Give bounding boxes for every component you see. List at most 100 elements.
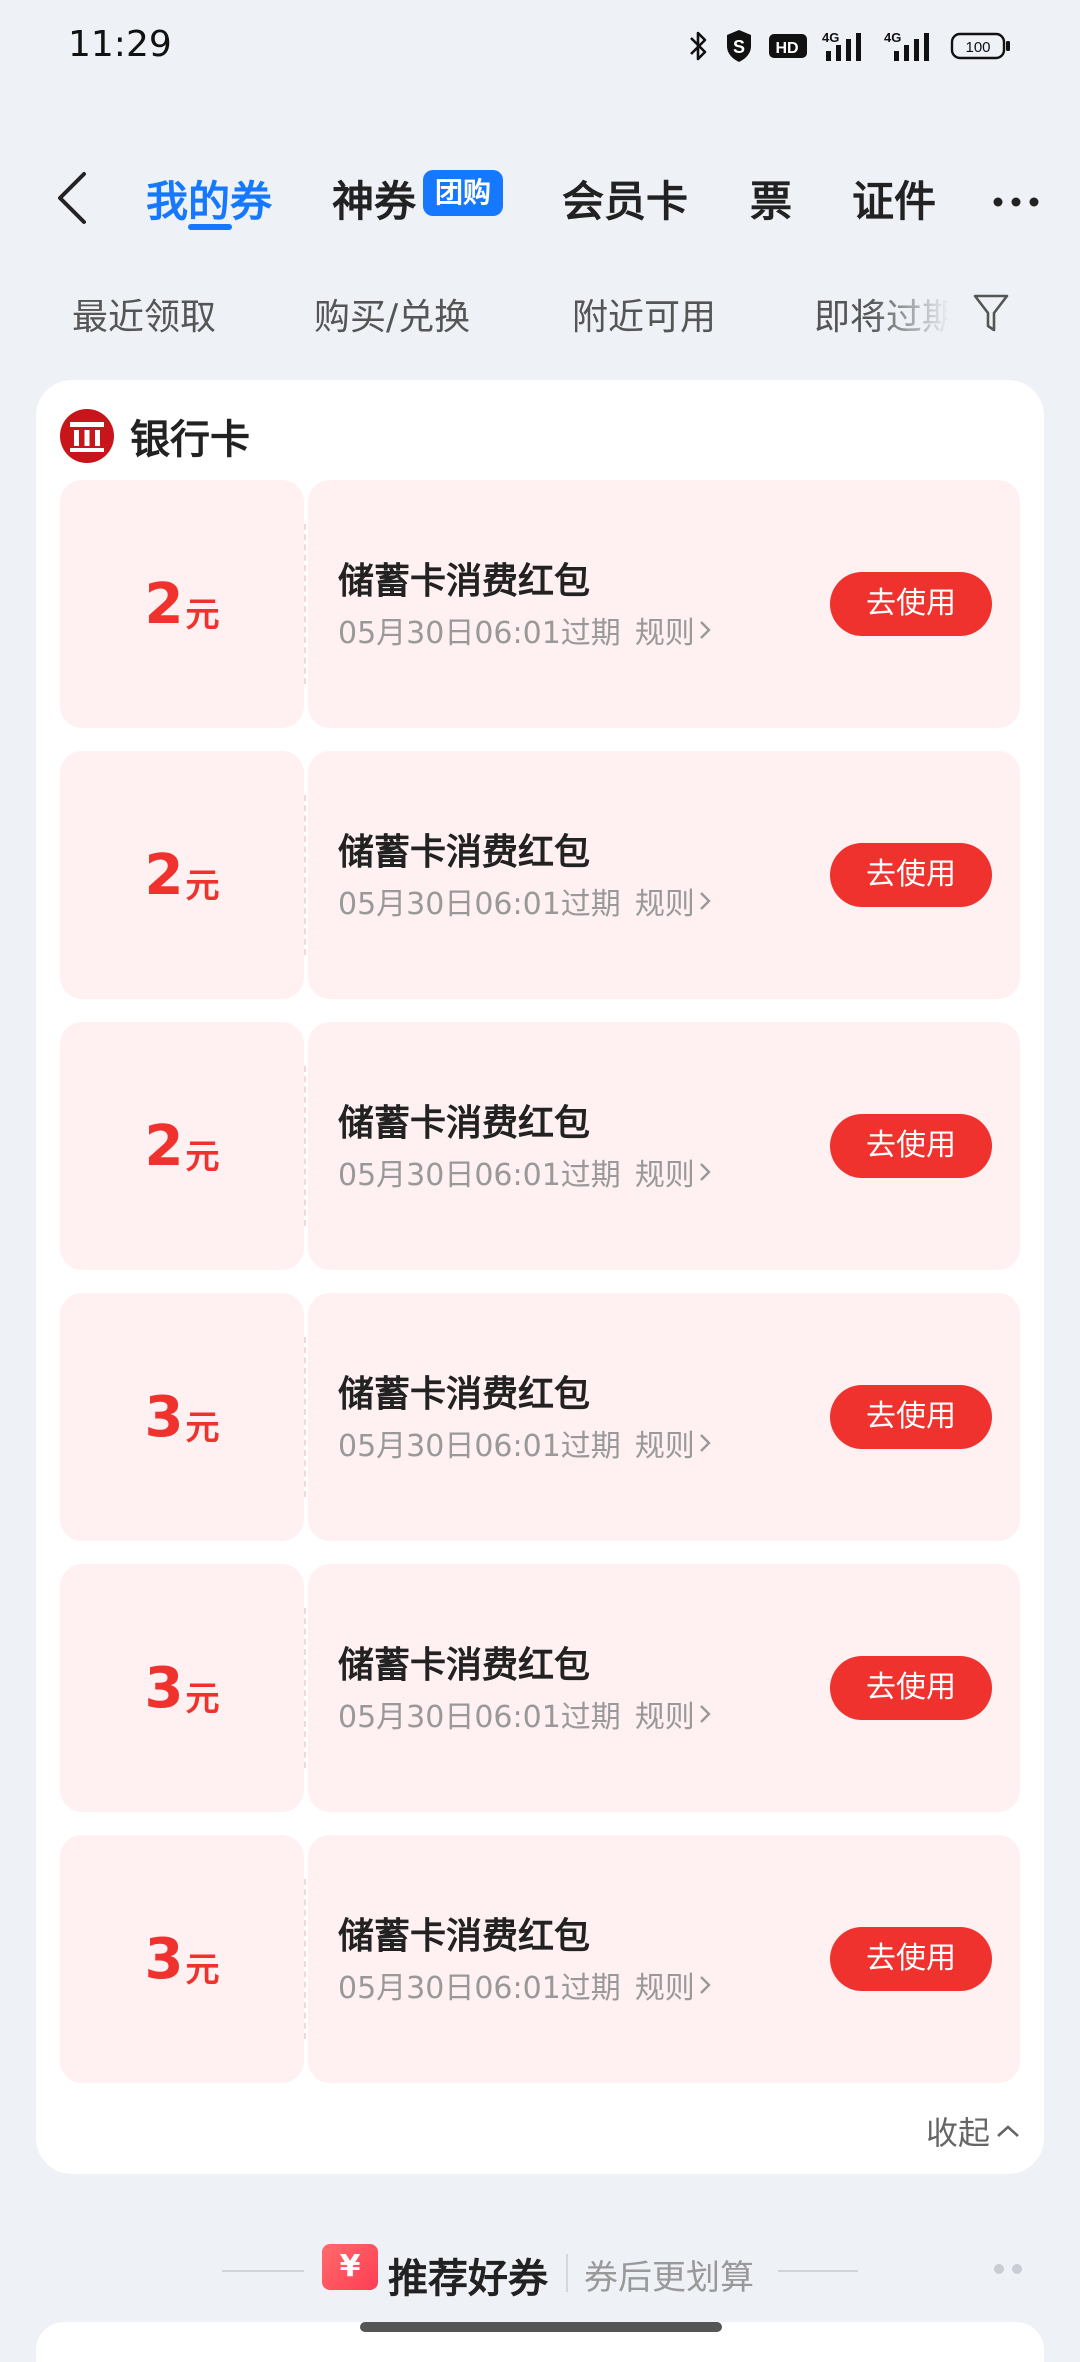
filter-purchase[interactable]: 购买/兑换: [314, 288, 470, 340]
coupon-divider: [304, 1879, 306, 2039]
coupon-name: 储蓄卡消费红包: [338, 1374, 591, 1415]
coupon-rule-link[interactable]: 规则: [635, 1421, 715, 1465]
coupon-meta: 05月30日06:01过期 规则: [338, 608, 715, 652]
filter-recent[interactable]: 最近领取: [72, 288, 216, 340]
svg-text:S: S: [733, 37, 745, 57]
coupon-name: 储蓄卡消费红包: [338, 1916, 591, 1957]
svg-text:HD: HD: [775, 40, 798, 57]
use-coupon-button[interactable]: 去使用: [830, 572, 992, 636]
header: 我的券 神券 团购 会员卡 票 证件: [0, 150, 1080, 250]
filter-bar: 最近领取 购买/兑换 附近可用 即将过期: [0, 280, 1080, 350]
tab-super-coupons[interactable]: 神券: [332, 168, 416, 229]
coupon-rule-label: 规则: [634, 1971, 695, 2006]
filter-icon: [973, 294, 1009, 332]
home-indicator[interactable]: [360, 2322, 722, 2332]
coupon-meta: 05月30日06:01过期 规则: [338, 1963, 715, 2007]
chevron-right-icon: [699, 1976, 711, 1994]
coupon-amount-panel: 3元: [60, 1835, 304, 2083]
coupon-expiry: 05月30日06:01过期: [338, 1158, 621, 1193]
coupon-info-panel: 储蓄卡消费红包 05月30日06:01过期 规则 去使用: [308, 1835, 1020, 2083]
signal-icon: 4G: [822, 29, 868, 63]
tab-tickets[interactable]: 票: [750, 168, 792, 229]
coupon-expiry: 05月30日06:01过期: [338, 1700, 621, 1735]
use-coupon-button[interactable]: 去使用: [830, 1927, 992, 1991]
divider-line: [778, 2270, 858, 2272]
coupon-item[interactable]: 2元 储蓄卡消费红包 05月30日06:01过期 规则 去使用: [60, 751, 1020, 999]
coupon-item[interactable]: 2元 储蓄卡消费红包 05月30日06:01过期 规则 去使用: [60, 1022, 1020, 1270]
coupon-name: 储蓄卡消费红包: [338, 561, 591, 602]
coupon-rule-link[interactable]: 规则: [635, 1150, 715, 1194]
chevron-right-icon: [699, 1163, 711, 1181]
chevron-right-icon: [699, 1705, 711, 1723]
use-coupon-button[interactable]: 去使用: [830, 1385, 992, 1449]
filter-nearby[interactable]: 附近可用: [572, 288, 716, 340]
coupon-expiry: 05月30日06:01过期: [338, 1429, 621, 1464]
more-button[interactable]: [984, 172, 1048, 232]
tab-member-card[interactable]: 会员卡: [562, 168, 688, 229]
network-label-1: 4G: [822, 30, 839, 45]
tab-active-indicator: [188, 224, 232, 230]
coupon-rule-label: 规则: [634, 1158, 695, 1193]
group-buy-badge[interactable]: 团购: [423, 170, 504, 216]
use-coupon-button[interactable]: 去使用: [830, 1656, 992, 1720]
coupon-rule-label: 规则: [634, 887, 695, 922]
chevron-left-icon: [58, 172, 86, 224]
filter-button[interactable]: [966, 284, 1016, 342]
coupon-unit: 元: [185, 1678, 220, 1719]
coupon-divider: [304, 1337, 306, 1497]
tab-my-coupons[interactable]: 我的券: [146, 168, 272, 229]
shield-icon: S: [724, 28, 754, 64]
coupon-amount: 3: [144, 1655, 184, 1721]
coupon-amount-panel: 3元: [60, 1293, 304, 1541]
coupon-rule-link[interactable]: 规则: [635, 608, 715, 652]
status-bar: 11:29 S HD 4G 4G 100: [0, 0, 1080, 100]
tab-documents[interactable]: 证件: [852, 168, 936, 229]
coupon-unit: 元: [185, 594, 220, 635]
more-dots-icon[interactable]: [994, 2264, 1022, 2274]
coupon-amount-panel: 2元: [60, 1022, 304, 1270]
title-separator: [566, 2254, 568, 2292]
more-icon: [993, 197, 1039, 207]
back-button[interactable]: [44, 164, 100, 232]
battery-level: 100: [965, 39, 990, 56]
coupon-amount-panel: 3元: [60, 1564, 304, 1812]
coupon-item[interactable]: 3元 储蓄卡消费红包 05月30日06:01过期 规则 去使用: [60, 1564, 1020, 1812]
coupon-divider: [304, 1066, 306, 1226]
coupon-rule-link[interactable]: 规则: [635, 1963, 715, 2007]
coupon-item[interactable]: 2元 储蓄卡消费红包 05月30日06:01过期 规则 去使用: [60, 480, 1020, 728]
coupon-item[interactable]: 3元 储蓄卡消费红包 05月30日06:01过期 规则 去使用: [60, 1293, 1020, 1541]
chevron-right-icon: [699, 621, 711, 639]
coupon-amount-panel: 2元: [60, 480, 304, 728]
collapse-button[interactable]: 收起: [926, 2108, 1026, 2154]
status-time: 11:29: [68, 24, 172, 65]
bluetooth-icon: [688, 29, 710, 63]
coupon-meta: 05月30日06:01过期 规则: [338, 879, 715, 923]
coupon-unit: 元: [185, 1136, 220, 1177]
coupon-item[interactable]: 3元 储蓄卡消费红包 05月30日06:01过期 规则 去使用: [60, 1835, 1020, 2083]
chevron-right-icon: [699, 892, 711, 910]
coupon-rule-link[interactable]: 规则: [635, 1692, 715, 1736]
use-coupon-button[interactable]: 去使用: [830, 843, 992, 907]
coupon-info-panel: 储蓄卡消费红包 05月30日06:01过期 规则 去使用: [308, 751, 1020, 999]
coupon-unit: 元: [185, 865, 220, 906]
coupon-name: 储蓄卡消费红包: [338, 1645, 591, 1686]
section-header: 银行卡: [60, 406, 250, 466]
hd-icon: HD: [768, 31, 808, 61]
coupon-divider: [304, 795, 306, 955]
coupon-rule-link[interactable]: 规则: [635, 879, 715, 923]
bank-logo-icon: [60, 409, 114, 463]
coupon-info-panel: 储蓄卡消费红包 05月30日06:01过期 规则 去使用: [308, 1564, 1020, 1812]
battery-icon: 100: [950, 31, 1012, 61]
coupon-name: 储蓄卡消费红包: [338, 832, 591, 873]
recommend-subtitle: 券后更划算: [584, 2258, 754, 2298]
coupon-amount: 2: [144, 571, 184, 637]
coupon-expiry: 05月30日06:01过期: [338, 616, 621, 651]
coupon-meta: 05月30日06:01过期 规则: [338, 1421, 715, 1465]
status-icons: S HD 4G 4G 100: [688, 24, 1012, 68]
coupon-rule-label: 规则: [634, 616, 695, 651]
use-coupon-button[interactable]: 去使用: [830, 1114, 992, 1178]
coupon-unit: 元: [185, 1949, 220, 1990]
filter-fade: [870, 280, 950, 350]
network-label-2: 4G: [884, 30, 901, 45]
coupon-expiry: 05月30日06:01过期: [338, 1971, 621, 2006]
